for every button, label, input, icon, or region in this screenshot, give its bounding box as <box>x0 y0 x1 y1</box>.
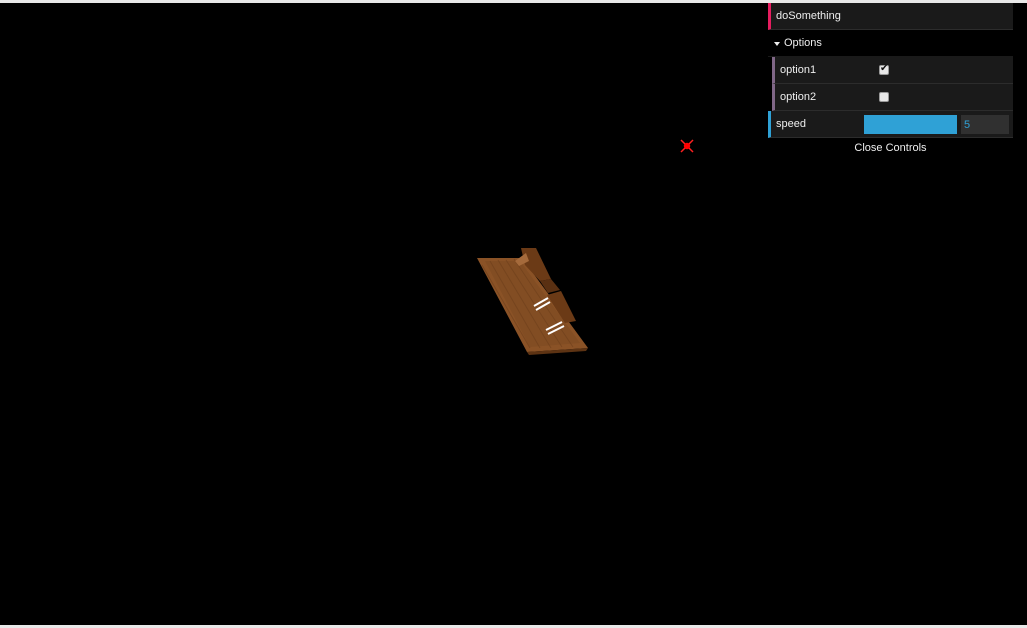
option2-label: option2 <box>780 91 817 103</box>
wooden-structure-model <box>477 248 588 355</box>
do-something-button[interactable]: doSomething <box>768 3 1013 30</box>
option1-label: option1 <box>780 64 817 76</box>
speed-slider[interactable] <box>864 115 957 134</box>
speed-slider-fill <box>864 115 957 134</box>
options-folder-toggle[interactable]: Options <box>768 30 1013 57</box>
do-something-label: doSomething <box>776 10 841 22</box>
speed-label: speed <box>776 118 806 130</box>
option1-checkbox[interactable]: ✔ <box>879 63 889 75</box>
speed-input[interactable] <box>961 115 1009 134</box>
option2-checkbox[interactable] <box>879 92 889 102</box>
close-controls-button[interactable]: Close Controls <box>768 138 1013 158</box>
options-folder-label: Options <box>784 37 822 49</box>
controls-panel: doSomething Options option1 ✔ option2 sp… <box>768 3 1013 158</box>
crosshair-marker-icon <box>680 139 694 153</box>
option2-row: option2 <box>772 84 1013 111</box>
speed-row: speed <box>768 111 1013 138</box>
check-icon: ✔ <box>880 63 889 74</box>
option1-row: option1 ✔ <box>772 57 1013 84</box>
caret-down-icon <box>774 42 780 46</box>
